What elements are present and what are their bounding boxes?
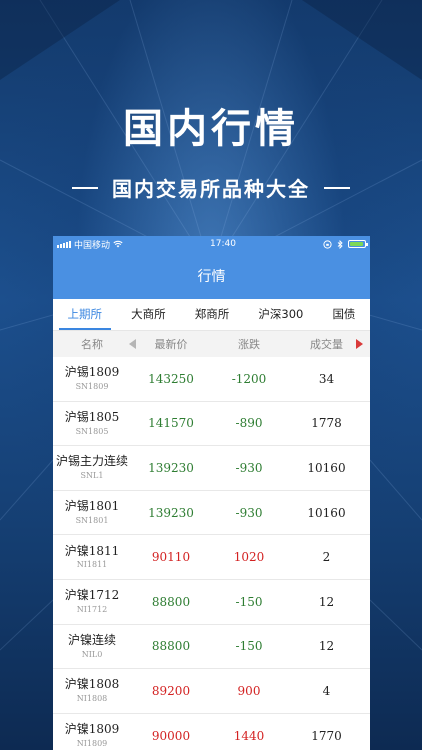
instrument-name: 沪锡1805 xyxy=(64,409,120,424)
column-name: 名称 xyxy=(81,338,103,351)
last-price: 139230 xyxy=(148,460,194,475)
price-change: 900 xyxy=(237,683,261,698)
price-change: 1440 xyxy=(233,728,265,743)
battery-icon xyxy=(347,240,368,248)
price-change: -150 xyxy=(235,639,263,654)
quote-row[interactable]: 沪镍1809 NI1809 90000 1440 1770 xyxy=(53,714,370,750)
quote-row[interactable]: 沪镍1811 NI1811 90110 1020 2 xyxy=(53,535,370,580)
status-bar: 中国移动 17:40 xyxy=(53,236,370,252)
tab-czce[interactable]: 郑商所 xyxy=(180,299,244,330)
exchange-tabs: 上期所 大商所 郑商所 沪深300 国债 xyxy=(53,299,370,331)
instrument-cell: 沪镍1811 NI1811 xyxy=(53,543,131,570)
instrument-name: 沪镍1809 xyxy=(64,722,120,737)
volume: 10160 xyxy=(307,505,346,520)
instrument-cell: 沪镍1809 NI1809 xyxy=(53,722,131,748)
instrument-cell: 沪锡1809 SN1809 xyxy=(53,365,131,392)
volume: 4 xyxy=(322,683,331,698)
last-price: 141570 xyxy=(148,416,194,431)
volume: 1770 xyxy=(311,728,342,743)
instrument-name: 沪锡主力连续 xyxy=(55,454,128,469)
quote-row[interactable]: 沪锡1809 SN1809 143250 -1200 34 xyxy=(53,357,370,402)
left-dash xyxy=(72,186,98,189)
hero-title: 国内行情 xyxy=(123,106,299,152)
instrument-cell: 沪锡主力连续 SNL1 xyxy=(53,454,131,481)
scroll-right-icon[interactable] xyxy=(356,339,363,349)
volume: 1778 xyxy=(311,416,342,431)
quote-row[interactable]: 沪锡1801 SN1801 139230 -930 10160 xyxy=(53,491,370,536)
tab-dce[interactable]: 大商所 xyxy=(117,299,181,330)
instrument-name: 沪镍1808 xyxy=(64,677,120,692)
price-change: -890 xyxy=(235,416,263,431)
instrument-code: NI1809 xyxy=(76,738,108,748)
price-change: -1200 xyxy=(231,371,267,386)
wifi-icon xyxy=(113,240,123,248)
instrument-code: NI1712 xyxy=(76,605,108,615)
last-price: 143250 xyxy=(148,371,194,386)
instrument-name: 沪镍1712 xyxy=(64,588,120,603)
instrument-name: 沪锡1809 xyxy=(64,365,120,380)
instrument-name: 沪镍1811 xyxy=(64,543,120,558)
volume: 12 xyxy=(318,639,335,654)
nav-bar: 行情 xyxy=(53,252,370,299)
signal-icon xyxy=(57,240,71,248)
instrument-code: NI1811 xyxy=(76,560,108,570)
bluetooth-icon xyxy=(337,239,343,249)
carrier-label: 中国移动 xyxy=(74,240,111,251)
lock-rotation-icon xyxy=(323,239,332,249)
last-price: 139230 xyxy=(148,505,194,520)
tab-treasury[interactable]: 国债 xyxy=(318,299,370,330)
right-dash xyxy=(324,186,350,189)
instrument-cell: 沪镍连续 NIL0 xyxy=(53,632,131,659)
instrument-name: 沪锡1801 xyxy=(64,499,120,514)
quote-list: 沪锡1809 SN1809 143250 -1200 34 沪锡1805 SN1805 141… xyxy=(53,357,370,750)
instrument-name: 沪镍连续 xyxy=(67,632,116,647)
price-change: -930 xyxy=(235,505,263,520)
volume: 2 xyxy=(322,550,331,565)
instrument-code: SN1809 xyxy=(75,382,109,392)
quote-row[interactable]: 沪锡主力连续 SNL1 139230 -930 10160 xyxy=(53,446,370,491)
last-price: 88800 xyxy=(151,639,191,654)
hero-subtitle-row: 国内交易所品种大全 xyxy=(0,173,422,202)
column-volume[interactable]: 成交量 xyxy=(287,336,366,352)
last-price: 89200 xyxy=(151,683,191,698)
last-price: 90000 xyxy=(151,728,191,743)
status-time: 17:40 xyxy=(210,239,236,249)
phone-screen: 中国移动 17:40 行情 上期所 大商所 郑商所 沪深300 国债 名称 最新… xyxy=(53,236,370,750)
quote-row[interactable]: 沪镍1712 NI1712 88800 -150 12 xyxy=(53,580,370,625)
price-change: 1020 xyxy=(233,550,265,565)
quote-row[interactable]: 沪镍1808 NI1808 89200 900 4 xyxy=(53,669,370,714)
battery-fill xyxy=(349,242,363,246)
last-price: 90110 xyxy=(151,550,191,565)
instrument-cell: 沪镍1712 NI1712 xyxy=(53,588,131,615)
tab-csi300[interactable]: 沪深300 xyxy=(244,299,318,330)
instrument-code: SN1801 xyxy=(75,515,109,525)
volume: 10160 xyxy=(307,460,346,475)
hero-subtitle: 国内交易所品种大全 xyxy=(112,177,310,201)
tab-shfe[interactable]: 上期所 xyxy=(53,299,117,330)
status-right xyxy=(323,239,368,249)
status-left: 中国移动 xyxy=(57,238,123,251)
column-last-price[interactable]: 最新价 xyxy=(131,336,211,352)
instrument-code: SNL1 xyxy=(80,471,104,481)
column-change[interactable]: 涨跌 xyxy=(211,336,287,352)
column-header: 名称 最新价 涨跌 成交量 xyxy=(53,331,370,357)
instrument-code: NIL0 xyxy=(81,649,103,659)
price-change: -150 xyxy=(235,594,263,609)
quote-row[interactable]: 沪镍连续 NIL0 88800 -150 12 xyxy=(53,625,370,670)
volume: 12 xyxy=(318,594,335,609)
scroll-left-icon[interactable] xyxy=(129,339,136,349)
instrument-cell: 沪锡1805 SN1805 xyxy=(53,409,131,436)
price-change: -930 xyxy=(235,460,263,475)
instrument-cell: 沪镍1808 NI1808 xyxy=(53,677,131,704)
nav-title: 行情 xyxy=(197,268,226,285)
instrument-cell: 沪锡1801 SN1801 xyxy=(53,499,131,525)
instrument-code: NI1808 xyxy=(76,694,108,704)
quote-row[interactable]: 沪锡1805 SN1805 141570 -890 1778 xyxy=(53,402,370,447)
volume: 34 xyxy=(318,371,335,386)
last-price: 88800 xyxy=(151,594,191,609)
instrument-code: SN1805 xyxy=(75,426,109,436)
